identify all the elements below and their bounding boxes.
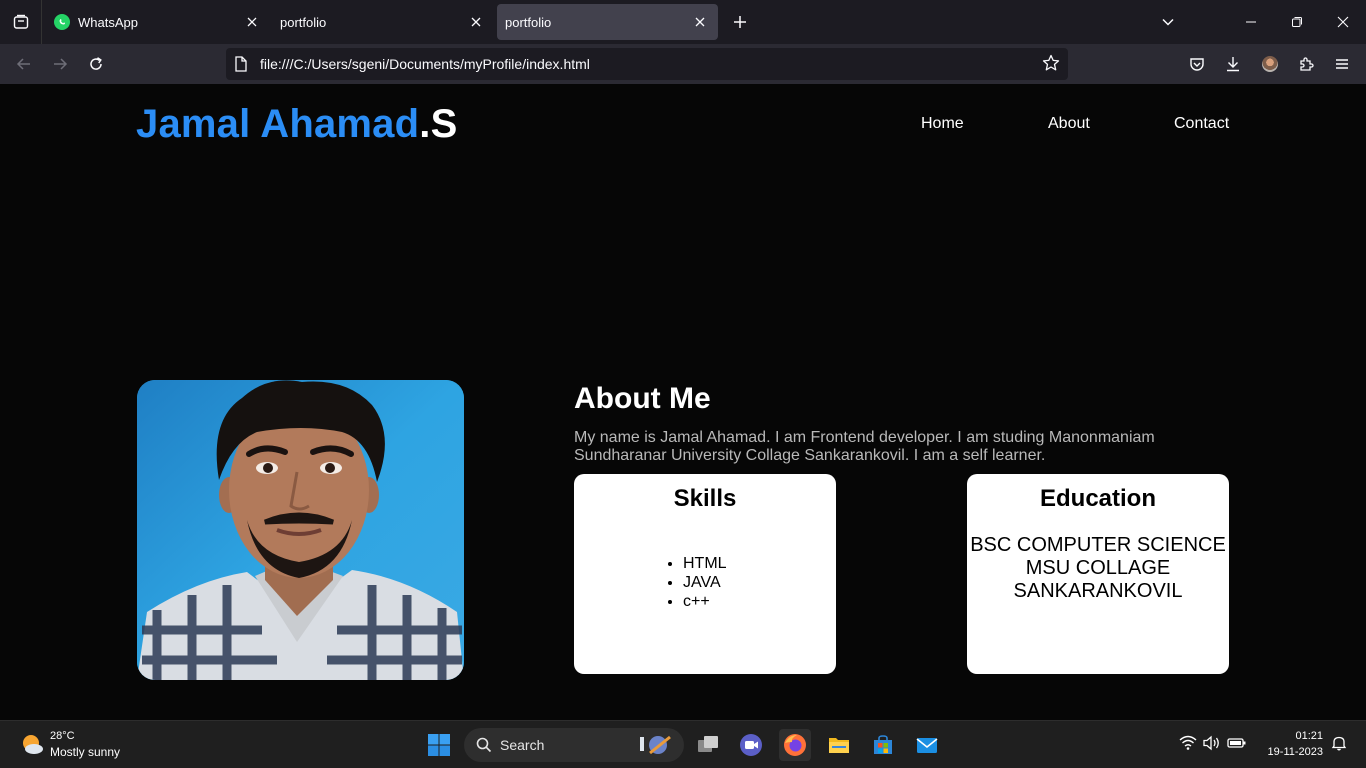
clock-date[interactable]: 19-11-2023: [1268, 746, 1323, 758]
account-avatar-icon: [1262, 56, 1278, 72]
close-tab-icon[interactable]: [692, 14, 708, 30]
reload-button[interactable]: [84, 52, 108, 76]
skills-title: Skills: [673, 485, 737, 512]
store-icon: [874, 735, 892, 754]
volume-icon[interactable]: [1203, 735, 1221, 751]
tab-title: portfolio: [280, 14, 327, 30]
tab-list-icon: [13, 14, 28, 29]
tab-portfolio[interactable]: portfolio: [272, 4, 494, 40]
search-label: Search: [500, 737, 545, 753]
skills-list: HTML JAVA c++: [683, 554, 727, 611]
search-icon: [476, 737, 492, 753]
arrow-right-icon: [54, 58, 68, 70]
task-view-icon: [698, 736, 718, 752]
download-icon: [1227, 57, 1239, 72]
restore-icon: [1292, 17, 1302, 27]
firefox-taskbar-button[interactable]: [779, 729, 811, 761]
mail-button[interactable]: [911, 729, 943, 761]
about-title: About Me: [574, 382, 711, 415]
skill-item: JAVA: [683, 573, 727, 592]
teams-chat-button[interactable]: [735, 729, 767, 761]
weather-temperature: 28°C: [50, 730, 75, 742]
windows-logo-icon: [428, 734, 450, 756]
close-tab-icon[interactable]: [468, 14, 484, 30]
forward-button[interactable]: [48, 52, 72, 76]
page-icon: [234, 56, 248, 77]
tab-title: WhatsApp: [78, 14, 138, 30]
reload-icon: [90, 57, 102, 70]
chevron-down-icon: [1162, 18, 1174, 26]
restore-button[interactable]: [1285, 10, 1309, 34]
skill-item: HTML: [683, 554, 727, 573]
plus-icon: [734, 16, 746, 28]
pocket-button[interactable]: [1185, 52, 1209, 76]
nav-link-contact[interactable]: Contact: [1174, 115, 1229, 133]
minimize-icon: [1246, 21, 1256, 23]
education-details: BSC COMPUTER SCIENCE MSU COLLAGE SANKARA…: [967, 534, 1229, 603]
url-text: file:///C:/Users/sgeni/Documents/myProfi…: [260, 56, 590, 72]
hamburger-menu-icon: [1336, 59, 1348, 69]
minimize-button[interactable]: [1239, 10, 1263, 34]
search-highlight-icon: [640, 735, 671, 755]
education-line: SANKARANKOVIL: [1013, 580, 1183, 602]
puzzle-icon: [1300, 57, 1314, 71]
about-description: My name is Jamal Ahamad. I am Frontend d…: [574, 429, 1155, 464]
tab-title: portfolio: [505, 14, 552, 30]
education-title: Education: [1039, 485, 1156, 512]
microsoft-store-button[interactable]: [867, 729, 899, 761]
tab-whatsapp[interactable]: WhatsApp: [46, 4, 270, 40]
arrow-left-icon: [16, 58, 30, 70]
start-button[interactable]: [423, 729, 455, 761]
close-icon: [1337, 16, 1349, 28]
mail-icon: [916, 738, 938, 753]
battery-icon[interactable]: [1227, 735, 1247, 751]
task-view-button[interactable]: [692, 729, 724, 761]
profile-photo: [137, 380, 464, 680]
wifi-icon[interactable]: [1179, 735, 1197, 751]
pocket-icon: [1190, 58, 1204, 71]
notification-bell-icon[interactable]: [1331, 735, 1347, 751]
downloads-button[interactable]: [1221, 52, 1245, 76]
account-button[interactable]: [1258, 52, 1282, 76]
skill-item: c++: [683, 592, 727, 611]
clock-time[interactable]: 01:21: [1295, 730, 1323, 742]
close-window-button[interactable]: [1331, 10, 1355, 34]
weather-description: Mostly sunny: [50, 745, 121, 759]
video-chat-icon: [740, 734, 762, 756]
tab-list-button[interactable]: [0, 0, 42, 44]
address-bar[interactable]: file:///C:/Users/sgeni/Documents/myProfi…: [226, 48, 1068, 80]
list-all-tabs-button[interactable]: [1156, 10, 1180, 34]
tab-portfolio-active[interactable]: portfolio: [497, 4, 718, 40]
education-line: MSU COLLAGE: [1025, 557, 1171, 579]
nav-link-about[interactable]: About: [1048, 115, 1090, 133]
close-tab-icon[interactable]: [244, 14, 260, 30]
browser-navigation-bar: file:///C:/Users/sgeni/Documents/myProfi…: [0, 44, 1366, 84]
brand-name: Jamal Ahamad: [136, 102, 420, 146]
extensions-button[interactable]: [1294, 52, 1318, 76]
browser-tab-bar: WhatsApp portfolio portfolio: [0, 0, 1366, 44]
firefox-icon: [784, 734, 806, 756]
taskbar-search[interactable]: Search: [464, 728, 684, 762]
site-logo[interactable]: Jamal Ahamad.S: [136, 102, 457, 147]
whatsapp-icon: [54, 14, 70, 30]
bookmark-star-icon[interactable]: [1042, 54, 1060, 77]
nav-link-home[interactable]: Home: [921, 115, 964, 133]
file-explorer-button[interactable]: [823, 729, 855, 761]
menu-button[interactable]: [1330, 52, 1354, 76]
folder-icon: [829, 738, 849, 753]
partly-sunny-icon: [23, 735, 43, 754]
brand-suffix: .S: [419, 102, 458, 146]
weather-widget[interactable]: [20, 732, 44, 756]
portfolio-page: Jamal Ahamad.S Home About Contact About …: [0, 84, 1366, 720]
education-line: BSC COMPUTER SCIENCE: [970, 534, 1226, 556]
education-card: Education BSC COMPUTER SCIENCE MSU COLLA…: [967, 474, 1229, 674]
taskbar: 28°C Mostly sunny Search 01:21 19-11-202…: [0, 720, 1366, 768]
new-tab-button[interactable]: [728, 10, 752, 34]
back-button[interactable]: [12, 52, 36, 76]
skills-card: Skills HTML JAVA c++: [574, 474, 836, 674]
